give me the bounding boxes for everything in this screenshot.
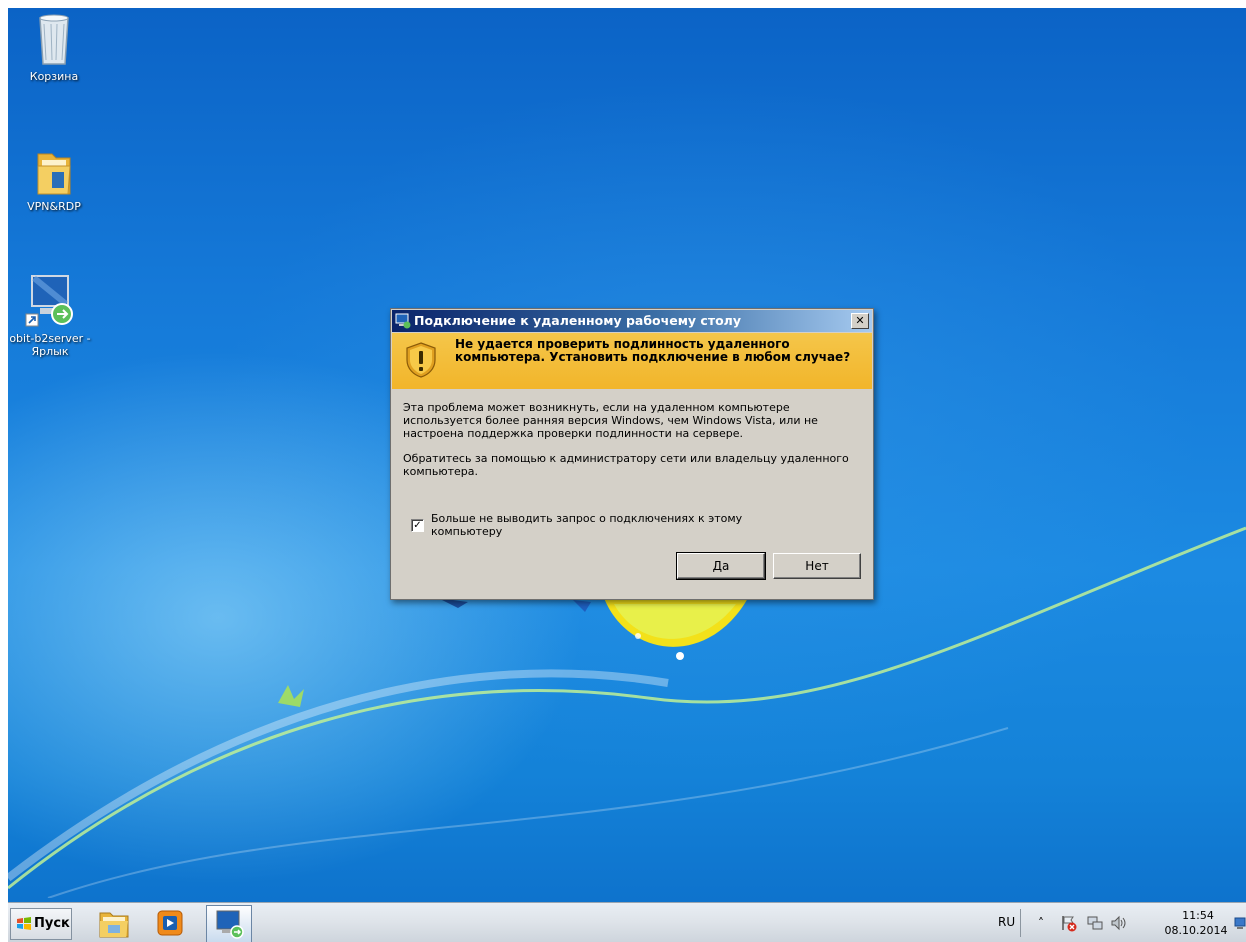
media-player-icon bbox=[157, 910, 183, 936]
action-center-flag-icon[interactable] bbox=[1060, 914, 1078, 932]
vpn-folder-label: VPN&RDP bbox=[27, 200, 81, 213]
volume-icon[interactable] bbox=[1110, 914, 1128, 932]
warning-heading: Не удается проверить подлинность удаленн… bbox=[455, 337, 851, 364]
network-icon[interactable] bbox=[1086, 914, 1104, 932]
dont-ask-label[interactable]: Больше не выводить запрос о подключениях… bbox=[431, 512, 791, 538]
remote-desktop-icon bbox=[216, 910, 244, 939]
close-button[interactable]: ✕ bbox=[851, 313, 869, 329]
explorer-icon bbox=[99, 912, 129, 938]
dialog-title: Подключение к удаленному рабочему столу bbox=[414, 313, 741, 328]
taskbar-media-player[interactable] bbox=[148, 905, 192, 941]
tray-separator bbox=[1020, 909, 1021, 937]
start-label: Пуск bbox=[34, 916, 70, 931]
dialog-body: Эта проблема может возникнуть, если на у… bbox=[403, 401, 865, 490]
start-button[interactable]: Пуск bbox=[10, 908, 72, 940]
no-button[interactable]: Нет bbox=[773, 553, 861, 579]
taskbar: Пуск RU ˄ 11:54 08.10.2014 bbox=[8, 902, 1246, 942]
clock-date[interactable]: 08.10.2014 bbox=[1160, 924, 1232, 937]
rdp-shortcut-label: obit-b2server - Ярлык bbox=[9, 332, 91, 358]
clock-time[interactable]: 11:54 bbox=[1168, 909, 1228, 922]
recycle-bin-shortcut[interactable]: Корзина bbox=[12, 12, 96, 83]
recycle-bin-icon bbox=[39, 14, 69, 65]
dont-ask-checkbox[interactable]: ✓ bbox=[411, 519, 424, 532]
warning-shield-icon bbox=[406, 342, 436, 378]
taskbar-explorer[interactable] bbox=[92, 905, 136, 941]
rdp-security-dialog: Подключение к удаленному рабочему столу … bbox=[390, 308, 874, 600]
remote-desktop-icon bbox=[395, 313, 411, 329]
yes-button[interactable]: Да bbox=[676, 552, 766, 580]
rdp-shortcut[interactable]: obit-b2server - Ярлык bbox=[8, 272, 92, 358]
taskbar-remote-desktop[interactable] bbox=[206, 905, 252, 942]
desktop: Корзина VPN&RDP obit-b2server - Ярлык По… bbox=[8, 8, 1246, 942]
dialog-titlebar[interactable]: Подключение к удаленному рабочему столу … bbox=[392, 310, 872, 332]
warning-banner: Не удается проверить подлинность удаленн… bbox=[392, 333, 872, 389]
tray-expand-icon[interactable]: ˄ bbox=[1032, 914, 1050, 932]
folder-icon bbox=[37, 153, 71, 195]
recycle-bin-label: Корзина bbox=[29, 70, 79, 83]
show-desktop-icon[interactable] bbox=[1234, 915, 1246, 931]
windows-logo-icon bbox=[17, 917, 31, 930]
dialog-paragraph-2: Обратитесь за помощью к администратору с… bbox=[403, 452, 849, 478]
vpn-folder-shortcut[interactable]: VPN&RDP bbox=[12, 148, 96, 213]
remote-desktop-icon bbox=[25, 275, 73, 327]
language-indicator[interactable]: RU bbox=[998, 915, 1015, 929]
dialog-paragraph-1: Эта проблема может возникнуть, если на у… bbox=[403, 401, 818, 440]
